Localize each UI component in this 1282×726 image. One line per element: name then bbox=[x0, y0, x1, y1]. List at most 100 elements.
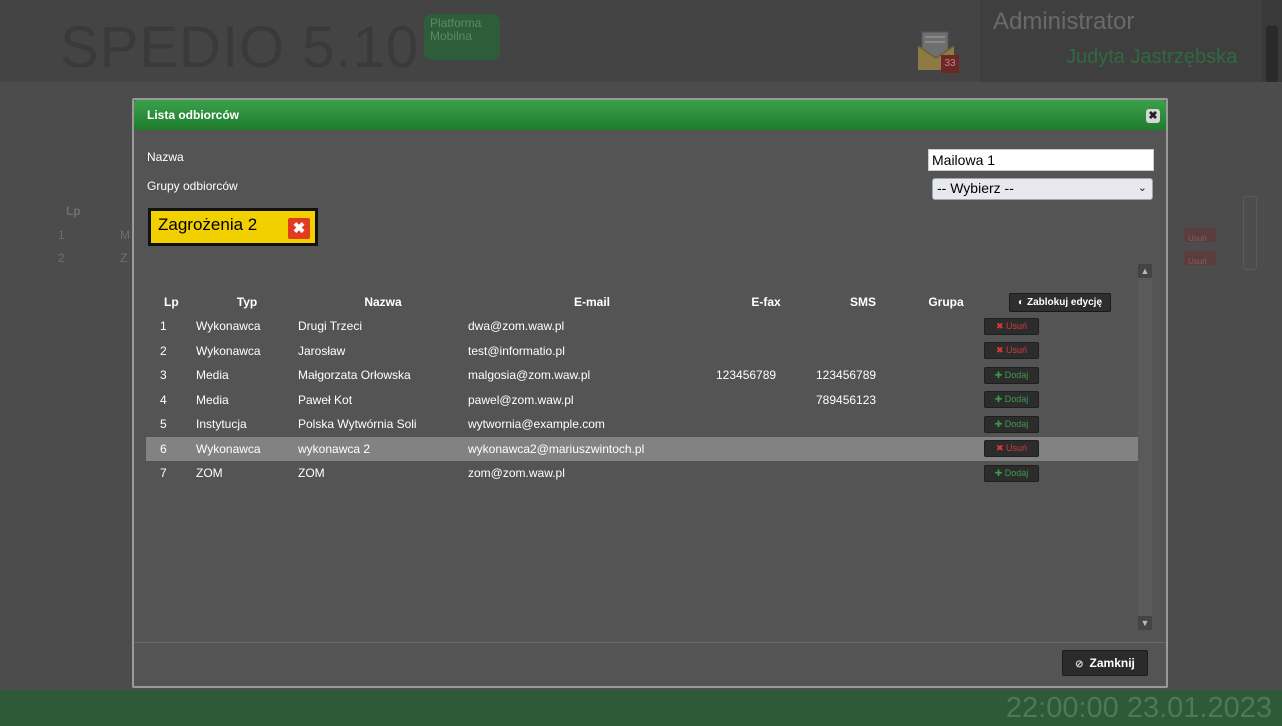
cell-lp: 4 bbox=[160, 392, 167, 407]
table-scrollbar[interactable]: ▲ ▼ bbox=[1138, 264, 1152, 630]
selected-group-label: Zagrożenia 2 bbox=[158, 215, 258, 234]
row-action-label: Usuń bbox=[1006, 345, 1028, 356]
name-input[interactable] bbox=[928, 149, 1154, 171]
groups-select[interactable]: -- Wybierz -- ⌄ bbox=[932, 178, 1153, 200]
cell-email: wykonawca2@mariuszwintoch.pl bbox=[468, 436, 716, 461]
groups-label: Grupy odbiorców bbox=[147, 179, 238, 193]
cell-typ: Media bbox=[196, 368, 229, 383]
table-row[interactable]: 3 Media Małgorzata Orłowska malgosia@zom.wa… bbox=[146, 363, 1138, 388]
ban-icon: ⊘ bbox=[1075, 659, 1084, 670]
column-header-nazwa: Nazwa bbox=[364, 295, 402, 309]
cell-sms bbox=[816, 314, 910, 339]
cell-email: dwa@zom.waw.pl bbox=[468, 319, 565, 334]
recipients-table-wrap: Lp Typ Nazwa E-mail E-fax SMS Grupa ◐ Zab… bbox=[146, 290, 1152, 640]
cell-grupa bbox=[910, 436, 982, 461]
remove-recipient-button[interactable]: ✖ Usuń bbox=[984, 317, 1039, 335]
scroll-up-icon[interactable]: ▲ bbox=[1138, 264, 1152, 278]
cell-action: ✚ Dodaj bbox=[982, 461, 1138, 486]
bg-remove-button: Usuń bbox=[1184, 251, 1216, 266]
bg-table-header: Lp bbox=[66, 204, 81, 218]
cell-grupa bbox=[910, 461, 982, 486]
cell-nazwa: Jarosław bbox=[298, 343, 346, 358]
add-recipient-button[interactable]: ✚ Dodaj bbox=[984, 415, 1039, 433]
cell-action: ✚ Dodaj bbox=[982, 412, 1138, 437]
cell-typ: Wykonawca bbox=[196, 319, 261, 334]
cell-action: ✚ Dodaj bbox=[982, 363, 1138, 388]
row-action-label: Dodaj bbox=[1004, 369, 1029, 380]
cell-sms: 789456123 bbox=[816, 392, 877, 407]
plus-icon: ✚ bbox=[994, 394, 1005, 405]
bg-remove-button: Usuń bbox=[1184, 228, 1216, 243]
platform-badge[interactable]: Platforma Mobilna bbox=[424, 14, 500, 60]
mail-count-badge: 33 bbox=[941, 55, 959, 73]
remove-group-icon[interactable]: ✖ bbox=[288, 218, 310, 239]
cell-sms bbox=[816, 461, 910, 486]
table-row[interactable]: 1 Wykonawca Drugi Trzeci dwa@zom.waw.pl ✖ Us… bbox=[146, 314, 1138, 339]
cell-efax bbox=[716, 461, 816, 486]
cell-typ: Instytucja bbox=[196, 417, 247, 432]
table-row[interactable]: 6 Wykonawca wykonawca 2 wykonawca2@mariuszw… bbox=[146, 436, 1138, 461]
cell-typ: Wykonawca bbox=[196, 343, 261, 358]
recipients-dialog: Lista odbiorców ✖ Nazwa Grupy odbiorców … bbox=[132, 98, 1168, 688]
cell-efax bbox=[716, 412, 816, 437]
add-recipient-button[interactable]: ✚ Dodaj bbox=[984, 391, 1039, 409]
cell-lp: 6 bbox=[146, 436, 196, 461]
dialog-footer-divider bbox=[134, 642, 1166, 643]
cell-nazwa: Małgorzata Orłowska bbox=[298, 368, 411, 383]
lock-edit-label: Zablokuj edycję bbox=[1027, 296, 1103, 308]
plus-icon: ✚ bbox=[994, 418, 1005, 429]
cell-lp: 5 bbox=[160, 417, 167, 432]
cell-nazwa: Polska Wytwórnia Soli bbox=[298, 417, 417, 432]
plus-icon: ✚ bbox=[994, 467, 1005, 478]
cell-typ: ZOM bbox=[196, 466, 223, 481]
add-recipient-button[interactable]: ✚ Dodaj bbox=[984, 464, 1039, 482]
page-scrollbar[interactable] bbox=[1262, 0, 1282, 82]
close-dialog-label: Zamknij bbox=[1089, 656, 1135, 670]
cell-grupa bbox=[910, 363, 982, 388]
app-logo: SPEDIO 5.10 bbox=[60, 15, 420, 80]
toggle-icon: ◐ bbox=[1017, 296, 1024, 308]
cell-efax bbox=[716, 314, 816, 339]
cell-sms bbox=[816, 436, 910, 461]
column-header-lp: Lp bbox=[164, 295, 179, 309]
cell-lp: 1 bbox=[160, 319, 167, 334]
bg-table-row: 2 bbox=[58, 251, 65, 265]
close-dialog-button[interactable]: ⊘ Zamknij bbox=[1062, 650, 1148, 676]
lock-edit-button[interactable]: ◐ Zablokuj edycję bbox=[1008, 292, 1112, 312]
cell-sms bbox=[816, 412, 910, 437]
table-row[interactable]: 5 Instytucja Polska Wytwórnia Soli wytworni… bbox=[146, 412, 1138, 437]
cell-grupa bbox=[910, 412, 982, 437]
close-icon: ✖ bbox=[995, 345, 1007, 356]
remove-recipient-button[interactable]: ✖ Usuń bbox=[984, 440, 1039, 458]
cell-lp: 7 bbox=[160, 466, 167, 481]
table-row[interactable]: 4 Media Paweł Kot pawel@zom.waw.pl 789456123… bbox=[146, 388, 1138, 413]
cell-lp: 3 bbox=[160, 368, 167, 383]
dialog-close-icon[interactable]: ✖ bbox=[1146, 109, 1160, 123]
cell-email: zom@zom.waw.pl bbox=[468, 466, 565, 481]
recipients-table: Lp Typ Nazwa E-mail E-fax SMS Grupa ◐ Zab… bbox=[146, 290, 1138, 486]
scroll-thumb[interactable] bbox=[1266, 26, 1278, 82]
cell-email: test@informatio.pl bbox=[468, 343, 565, 358]
cell-typ: Wykonawca bbox=[196, 436, 298, 461]
close-icon: ✖ bbox=[995, 443, 1007, 454]
bg-table-cell: M bbox=[120, 228, 130, 242]
table-row[interactable]: 2 Wykonawca Jarosław test@informatio.pl ✖ Us… bbox=[146, 339, 1138, 364]
cell-typ: Media bbox=[196, 392, 229, 407]
selected-group-chip: Zagrożenia 2 ✖ bbox=[148, 208, 318, 246]
remove-recipient-button[interactable]: ✖ Usuń bbox=[984, 342, 1039, 360]
bg-table-scrollbar bbox=[1243, 196, 1257, 270]
row-action-label: Dodaj bbox=[1004, 467, 1029, 478]
row-action-label: Usuń bbox=[1006, 320, 1028, 331]
table-row[interactable]: 7 ZOM ZOM zom@zom.waw.pl ✚ Dodaj bbox=[146, 461, 1138, 486]
footer-clock: 22:00:00 23.01.2023 bbox=[1005, 692, 1272, 724]
chevron-down-icon: ⌄ bbox=[1137, 182, 1147, 194]
plus-icon: ✚ bbox=[994, 369, 1005, 380]
user-name: Judyta Jastrzębska bbox=[1066, 46, 1238, 68]
add-recipient-button[interactable]: ✚ Dodaj bbox=[984, 366, 1039, 384]
cell-email: wytwornia@example.com bbox=[468, 417, 605, 432]
bg-table-row: 1 bbox=[58, 228, 65, 242]
scroll-down-icon[interactable]: ▼ bbox=[1138, 616, 1152, 630]
user-role: Administrator bbox=[993, 8, 1135, 35]
cell-efax: 123456789 bbox=[716, 368, 777, 383]
column-header-typ: Typ bbox=[236, 295, 258, 309]
